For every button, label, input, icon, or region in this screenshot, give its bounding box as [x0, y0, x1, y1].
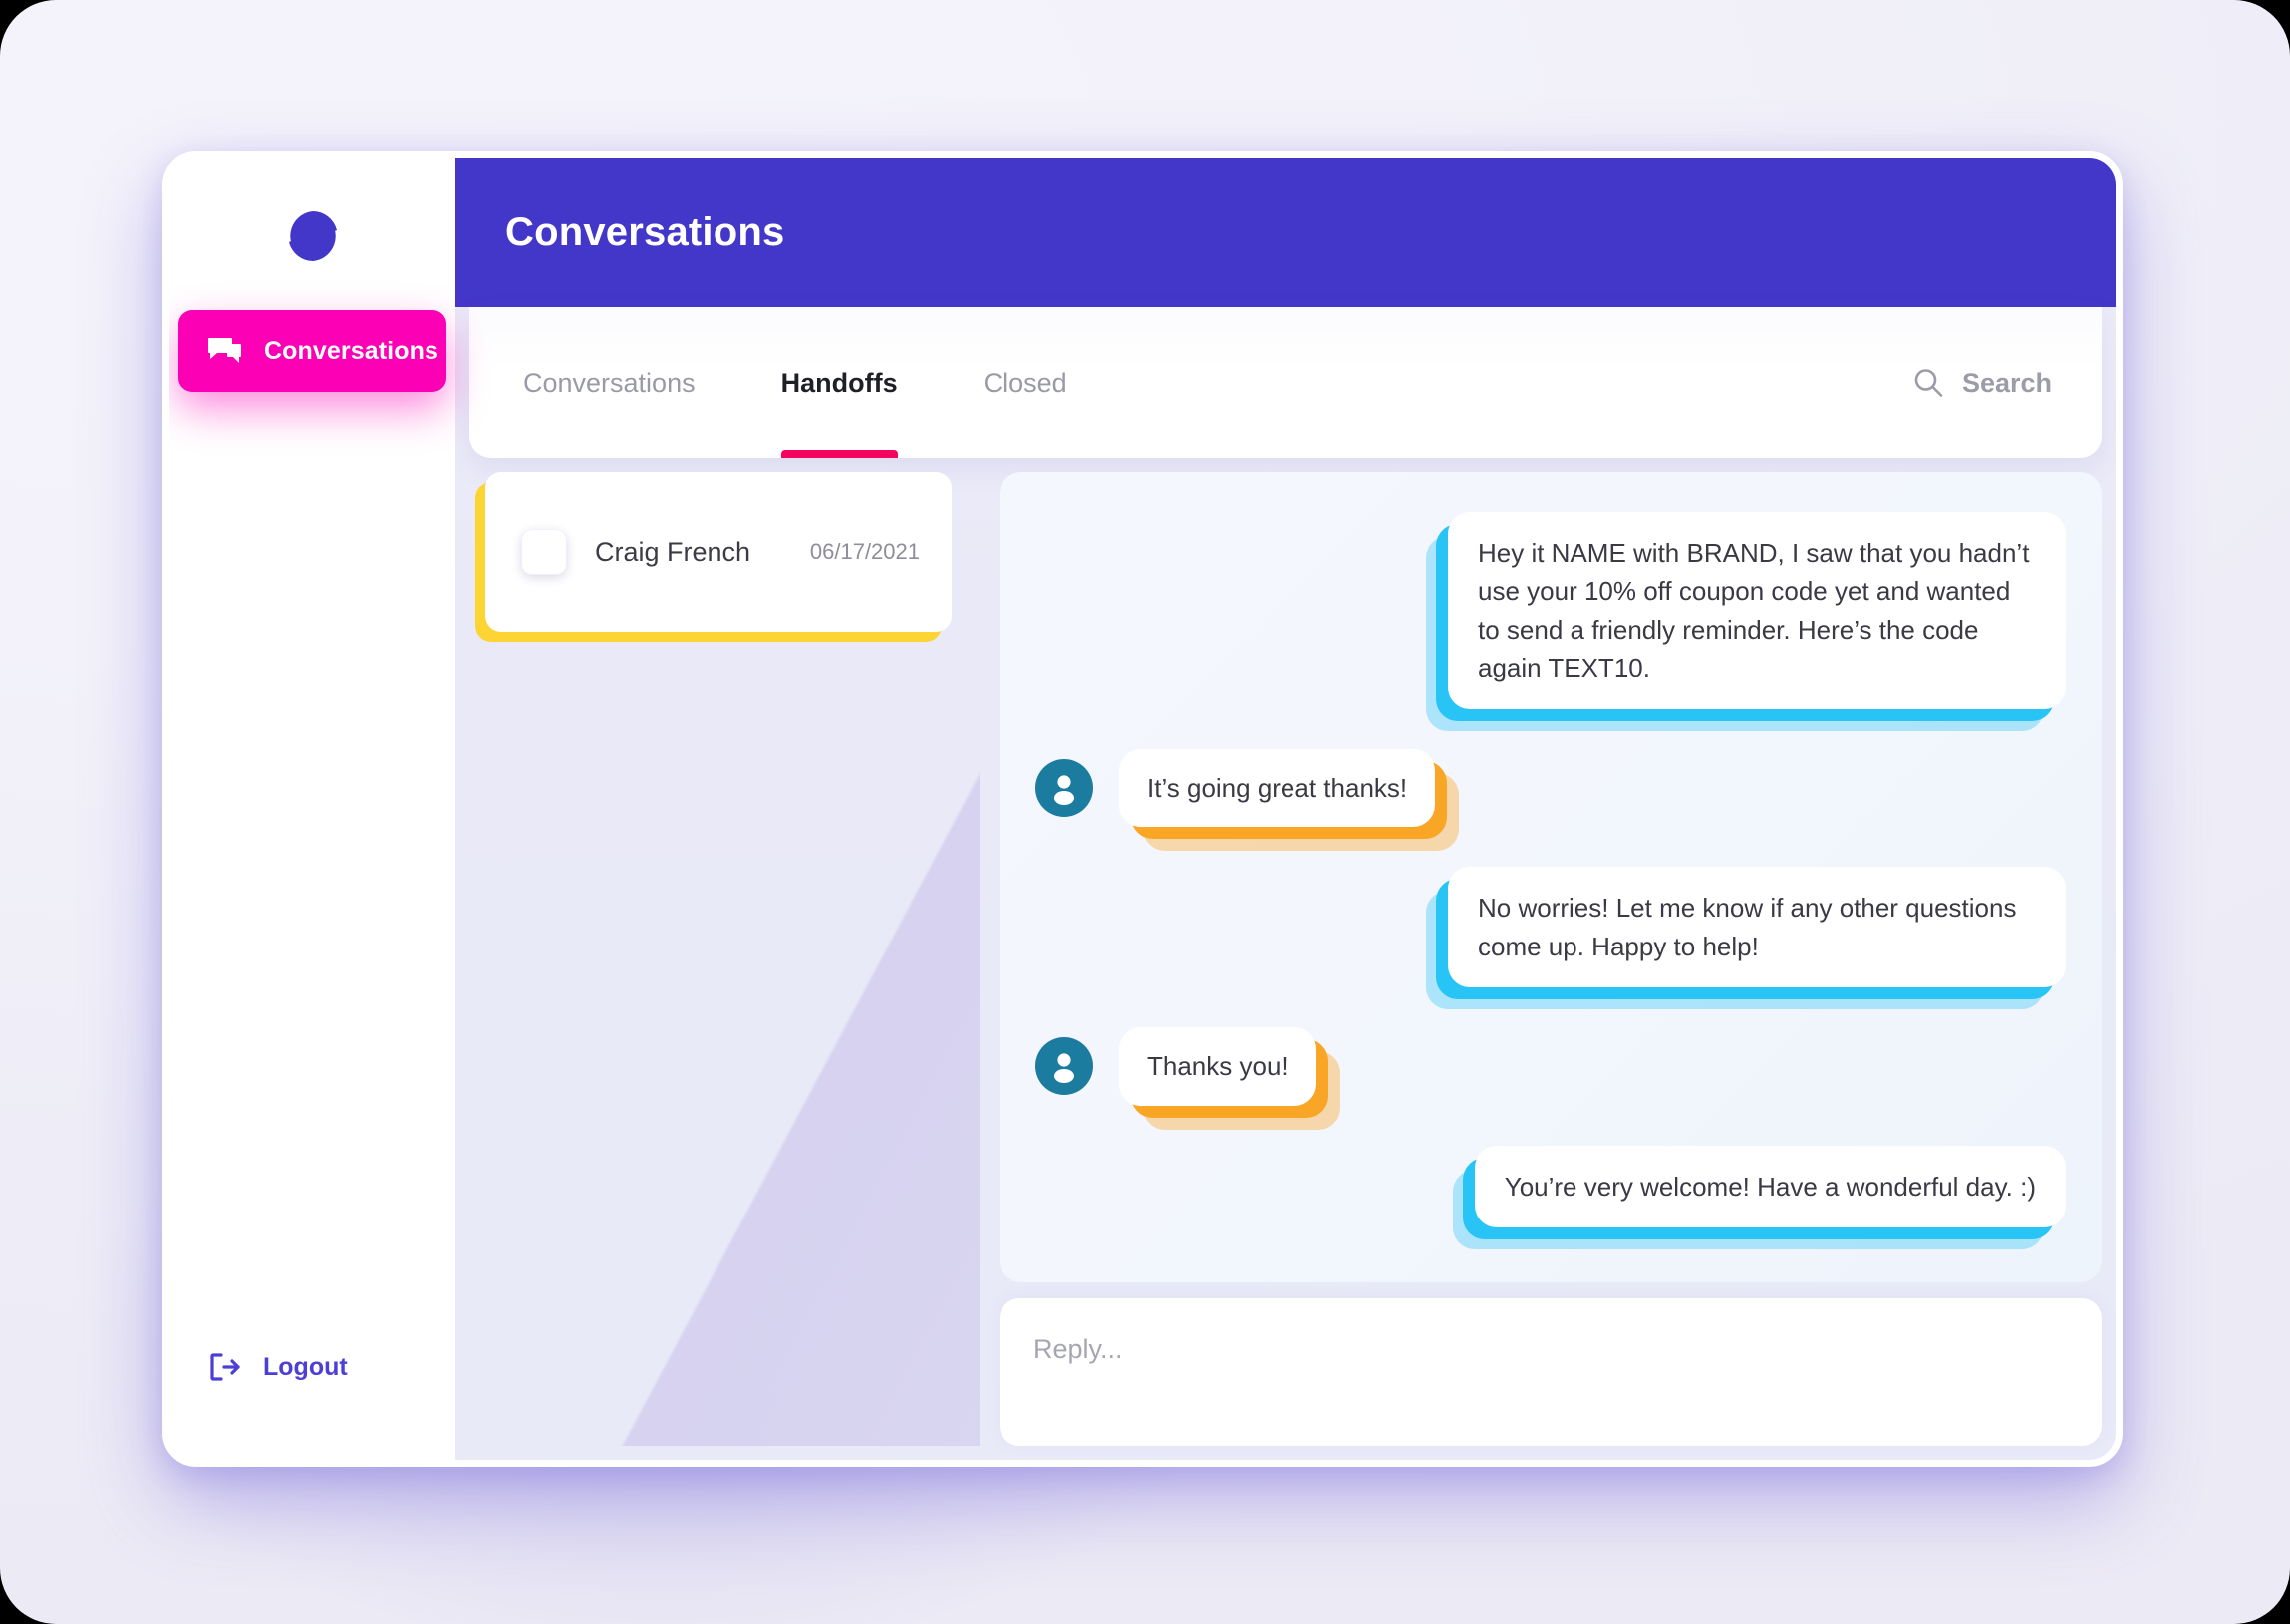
message-bubble-agent: Hey it NAME with BRAND, I saw that you h…	[1426, 512, 2066, 731]
search-input[interactable]: Search	[1912, 367, 2066, 399]
avatar	[1035, 758, 1093, 817]
message-bubble-agent: You’re very welcome! Have a wonderful da…	[1452, 1145, 2066, 1250]
tab-handoffs[interactable]: Handoffs	[780, 307, 898, 458]
message-bubble-user: It’s going great thanks!	[1119, 748, 1460, 852]
list-item[interactable]: Craig French 06/17/2021	[475, 472, 952, 642]
page-background: Conversations Logout Conversations Conve…	[0, 0, 2290, 1624]
message-text: No worries! Let me know if any other que…	[1448, 867, 2066, 988]
chat-column: Hey it NAME with BRAND, I saw that you h…	[1000, 472, 2102, 1446]
list-item-date: 06/17/2021	[809, 539, 920, 564]
logout-button[interactable]: Logout	[169, 1352, 455, 1382]
conversation-list: Craig French 06/17/2021	[469, 472, 980, 1446]
list-item-card[interactable]: Craig French 06/17/2021	[485, 472, 952, 632]
logout-label: Logout	[263, 1352, 348, 1381]
message-thread: Hey it NAME with BRAND, I saw that you h…	[1000, 472, 2102, 1282]
sidebar-item-label: Conversations	[264, 336, 438, 365]
message-bubble-agent: No worries! Let me know if any other que…	[1426, 867, 2066, 1010]
search-icon	[1912, 367, 1944, 399]
sidebar-item-conversations[interactable]: Conversations	[178, 310, 446, 392]
message-row-agent: You’re very welcome! Have a wonderful da…	[1035, 1145, 2066, 1250]
tab-closed[interactable]: Closed	[984, 307, 1067, 458]
list-item-checkbox[interactable]	[521, 529, 567, 575]
message-text: It’s going great thanks!	[1119, 748, 1436, 828]
logout-arrow-icon	[209, 1352, 241, 1382]
list-item-name: Craig French	[595, 536, 751, 567]
chat-bubbles-icon	[208, 336, 242, 366]
message-text: Thanks you!	[1119, 1027, 1316, 1106]
app-header: Conversations	[455, 158, 2116, 307]
sidebar-nav: Conversations	[169, 310, 455, 392]
search-placeholder: Search	[1961, 367, 2052, 398]
main-area: Conversations Conversations Handoffs Clo…	[455, 158, 2116, 1460]
avatar	[1035, 1037, 1093, 1096]
message-row-agent: No worries! Let me know if any other que…	[1035, 867, 2066, 1010]
app-window: Conversations Logout Conversations Conve…	[162, 151, 2123, 1467]
message-bubble-user: Thanks you!	[1119, 1027, 1340, 1130]
page-title: Conversations	[505, 210, 785, 254]
message-row-agent: Hey it NAME with BRAND, I saw that you h…	[1035, 512, 2066, 731]
sidebar: Conversations Logout	[169, 158, 455, 1460]
workspace: Craig French 06/17/2021 Hey it NAME with…	[455, 458, 2116, 1460]
tab-bar: Conversations Handoffs Closed Search	[469, 307, 2102, 458]
brand-circle-slash-logo	[283, 206, 343, 266]
message-row-user: Thanks you!	[1035, 1027, 2066, 1130]
message-text: Hey it NAME with BRAND, I saw that you h…	[1448, 512, 2066, 709]
tab-conversations[interactable]: Conversations	[523, 307, 696, 458]
reply-placeholder: Reply...	[1033, 1334, 1123, 1364]
message-text: You’re very welcome! Have a wonderful da…	[1474, 1145, 2066, 1228]
reply-input[interactable]: Reply...	[1000, 1298, 2102, 1446]
message-row-user: It’s going great thanks!	[1035, 748, 2066, 852]
